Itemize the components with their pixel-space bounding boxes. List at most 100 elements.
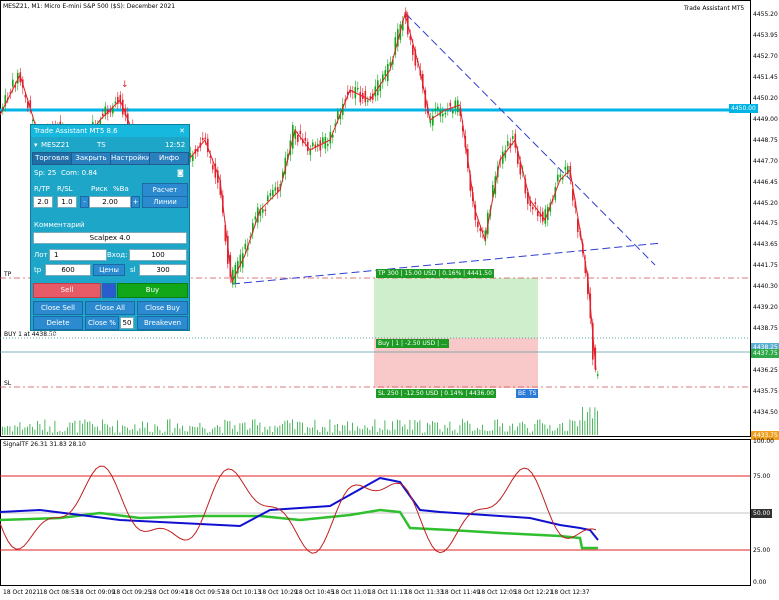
price-axis-label: 4445.20 xyxy=(753,199,778,207)
volume-bar xyxy=(127,427,128,435)
prices-button[interactable]: Цены xyxy=(93,264,125,276)
price-axis-label: 4444.75 xyxy=(753,220,778,228)
volume-bar xyxy=(592,418,593,435)
volume-bar xyxy=(109,427,111,435)
close-sell-button[interactable]: Close Sell xyxy=(33,301,83,315)
lot-label: Лот xyxy=(34,251,48,259)
buy-button[interactable]: Buy xyxy=(117,283,188,298)
volume-bar xyxy=(442,431,443,435)
entry-input[interactable]: 100 xyxy=(129,249,187,261)
comment-input[interactable]: Scalpex 4.0 xyxy=(33,232,187,244)
volume-bar xyxy=(117,420,118,435)
tab-settings[interactable]: Настройки xyxy=(110,152,151,165)
volume-bar xyxy=(214,427,216,435)
close-buy-button[interactable]: Close Buy xyxy=(137,301,188,315)
tab-trade[interactable]: Торговля xyxy=(32,152,72,165)
volume-bar xyxy=(299,421,301,435)
close-percent-input[interactable]: 50 xyxy=(120,317,134,329)
time-axis-label: 18 Oct 09:41 xyxy=(149,589,189,596)
volume-bar xyxy=(444,424,446,435)
volume-bar xyxy=(377,432,378,435)
sl-input[interactable]: 300 xyxy=(139,264,187,276)
lot-input[interactable]: 1 xyxy=(49,249,107,261)
candle-body xyxy=(359,91,362,103)
volume-bar xyxy=(99,430,101,435)
calc-lot-button[interactable]: Расчет лота xyxy=(142,183,188,206)
volume-bar xyxy=(504,431,506,435)
volume-bar xyxy=(2,426,3,435)
volume-bar xyxy=(337,424,338,435)
panel-titlebar[interactable]: Trade Assistant MT5 8.6 ✕ xyxy=(31,125,189,137)
candle-body xyxy=(384,70,387,77)
tp-input[interactable]: 600 xyxy=(45,264,91,276)
volume-bar xyxy=(334,425,336,435)
volume-bar xyxy=(77,432,78,435)
candle-body xyxy=(532,206,534,210)
volume-bar xyxy=(202,427,203,435)
volume-bar xyxy=(142,421,143,435)
volume-bar xyxy=(237,431,238,435)
sell-button[interactable]: Sell xyxy=(33,283,101,298)
candle-body xyxy=(212,165,214,170)
candle-body xyxy=(274,187,277,191)
volume-bar xyxy=(27,426,28,435)
volume-bar xyxy=(252,419,253,435)
middle-blue-button[interactable] xyxy=(102,283,116,298)
volume-bar xyxy=(12,431,13,435)
panel-time: 12:52 xyxy=(165,141,186,149)
volume-bar xyxy=(154,424,156,435)
price-axis-label: 4448.75 xyxy=(753,136,778,144)
close-icon[interactable]: ✕ xyxy=(179,125,185,137)
price-axis-label: 4453.95 xyxy=(753,31,778,39)
rtp-input[interactable]: 2.0 xyxy=(33,196,53,208)
volume-bar xyxy=(59,430,61,435)
time-axis-label: 18 Oct 09:25 xyxy=(112,589,152,596)
volume-bar xyxy=(224,419,226,435)
close-percent-button[interactable]: Close % xyxy=(85,316,119,330)
time-axis-label: 18 Oct 08:53 xyxy=(39,589,79,596)
candle-body xyxy=(297,134,299,142)
panel-ts: TS xyxy=(97,141,106,149)
risk-input[interactable]: 2.00 xyxy=(89,196,131,208)
volume-bar xyxy=(172,432,173,435)
volume-bar xyxy=(569,419,571,435)
breakeven-button[interactable]: Breakeven xyxy=(137,316,188,330)
volume-bar xyxy=(517,426,518,435)
volume-bar xyxy=(289,423,291,435)
volume-bar xyxy=(552,430,553,435)
volume-bar xyxy=(82,423,83,435)
volume-bar xyxy=(124,426,126,435)
trade-assistant-panel[interactable]: Trade Assistant MT5 8.6 ✕ ▾ MESZ21 TS 12… xyxy=(30,124,190,339)
volume-bar xyxy=(367,427,368,435)
volume-bar xyxy=(284,420,286,435)
rsl-input[interactable]: 1.0 xyxy=(57,196,77,208)
volume-bar xyxy=(412,429,413,435)
indicator-label: SignalTF 26.31 31.83 28.10 xyxy=(3,441,86,448)
candle-body xyxy=(267,195,269,202)
tp-zone-tag[interactable]: TP 300 | 15.00 USD | 0.16% | 4441.50 xyxy=(376,269,494,278)
delete-orders-button[interactable]: Delete Orders xyxy=(33,316,83,339)
lines-button[interactable]: Линии xyxy=(142,196,188,208)
risk-minus-button[interactable]: - xyxy=(80,196,89,208)
close-all-button[interactable]: Close All xyxy=(85,301,135,315)
camera-icon[interactable]: ◙ xyxy=(177,167,184,179)
candle-body xyxy=(507,141,509,147)
sl-zone-tag[interactable]: SL 250 | -12.50 USD | 0.14% | 4436.00 xyxy=(376,389,496,398)
volume-bar xyxy=(137,431,138,435)
volume-bar xyxy=(47,431,48,435)
ts-button[interactable]: TS xyxy=(527,389,539,398)
buy-zone-tag[interactable]: Buy | 1 | -2.50 USD | ... xyxy=(376,339,449,348)
candle-body xyxy=(272,189,274,196)
tab-info[interactable]: Инфо xyxy=(149,152,189,165)
tab-close[interactable]: Закрыть xyxy=(71,152,111,165)
time-axis-label: 18 Oct 09:57 xyxy=(185,589,225,596)
volume-bar xyxy=(174,427,176,435)
volume-bar xyxy=(467,420,468,435)
volume-bar xyxy=(327,431,328,435)
volume-bar xyxy=(119,432,121,435)
candle-body xyxy=(202,138,204,140)
volume-bar xyxy=(192,426,193,435)
volume-bar xyxy=(219,426,221,435)
risk-plus-button[interactable]: + xyxy=(131,196,140,208)
volume-bar xyxy=(594,407,596,435)
